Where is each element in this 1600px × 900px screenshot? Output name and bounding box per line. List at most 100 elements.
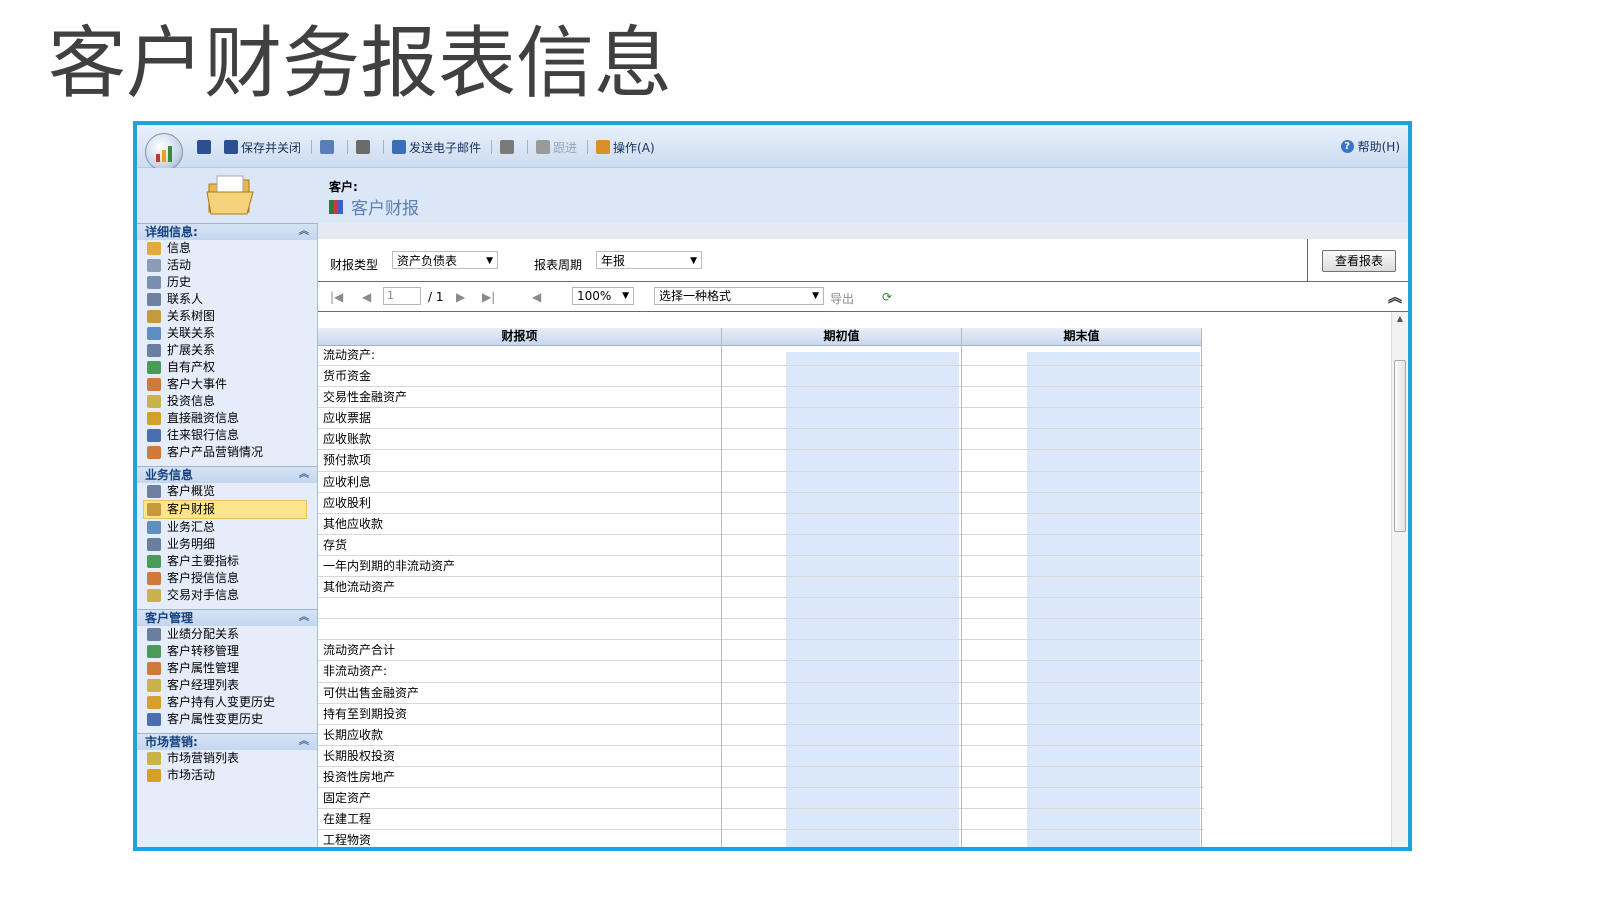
sidebar-item[interactable]: 历史: [137, 274, 317, 291]
sidebar-item[interactable]: 自有产权: [137, 359, 317, 376]
report-book-icon: [329, 199, 343, 214]
help-icon: ?: [1340, 140, 1354, 153]
toolbar-button-3[interactable]: [356, 140, 373, 154]
collapse-section-icon[interactable]: ︽: [299, 467, 309, 483]
sidebar-item[interactable]: 客户产品营销情况: [137, 444, 317, 461]
report-item-label: 应收票据: [323, 411, 372, 426]
refresh-icon[interactable]: ⟳: [882, 290, 892, 304]
sidebar-item[interactable]: 业务汇总: [137, 519, 317, 536]
sidebar-item[interactable]: 客户概览: [137, 483, 317, 500]
next-page-icon[interactable]: ▶: [456, 290, 465, 304]
sidebar-item[interactable]: 联系人: [137, 291, 317, 308]
toolbar-button-2[interactable]: [320, 140, 337, 154]
nav-item-icon: [147, 662, 161, 675]
report-type-label: 财报类型: [330, 258, 379, 272]
first-page-icon[interactable]: |◀: [330, 290, 343, 304]
sidebar-item[interactable]: 市场营销列表: [137, 750, 317, 767]
help-button[interactable]: ? 帮助(H): [1340, 138, 1400, 155]
table-row: 货币资金: [318, 366, 1204, 388]
col-header-opening: 期初值: [722, 328, 961, 346]
sidebar-item[interactable]: 直接融资信息: [137, 410, 317, 427]
collapse-section-icon[interactable]: ︽: [299, 224, 309, 240]
sidebar-item[interactable]: 业绩分配关系: [137, 626, 317, 643]
sidebar-item[interactable]: 客户授信信息: [137, 570, 317, 587]
nav-item-icon: [147, 538, 161, 551]
sidebar-item[interactable]: 关系树图: [137, 308, 317, 325]
table-row: [318, 598, 1204, 620]
sidebar-section-header[interactable]: 客户管理 ︽: [137, 610, 317, 626]
table-row: 非流动资产:: [318, 661, 1204, 683]
collapse-section-icon[interactable]: ︽: [299, 734, 309, 750]
sidebar-section-header[interactable]: 市场营销: ︽: [137, 734, 317, 750]
email-icon: [392, 140, 407, 154]
sidebar-item[interactable]: 交易对手信息: [137, 587, 317, 604]
vertical-scrollbar[interactable]: ▲: [1391, 312, 1408, 847]
sidebar-item[interactable]: 关联关系: [137, 325, 317, 342]
nav-item-icon: [147, 555, 161, 568]
prev-page-icon[interactable]: ◀: [362, 290, 371, 304]
table-row: 可供出售金融资产: [318, 683, 1204, 704]
sidebar-item[interactable]: 业务明细: [137, 536, 317, 553]
nav-item-icon: [147, 628, 161, 641]
sidebar-section-3: 市场营销: ︽ 市场营销列表 市场活动: [137, 733, 317, 789]
table-row: 长期股权投资: [318, 746, 1204, 767]
sidebar-item[interactable]: 客户属性管理: [137, 660, 317, 677]
toolbar-button-4[interactable]: 发送电子邮件: [392, 139, 481, 156]
sidebar-item[interactable]: 投资信息: [137, 393, 317, 410]
toolbar-button-6[interactable]: 跟进: [536, 139, 577, 156]
chevron-down-icon: ▼: [690, 256, 697, 266]
nav-item-icon: [147, 310, 161, 323]
sidebar-item[interactable]: 往来银行信息: [137, 427, 317, 444]
report-type-select[interactable]: 资产负债表 ▼: [392, 251, 498, 269]
report-item-label: 货币资金: [323, 369, 372, 384]
sidebar-item[interactable]: 客户主要指标: [137, 553, 317, 570]
toolbar-button-7[interactable]: 操作(A): [596, 139, 655, 156]
sidebar-item[interactable]: 市场活动: [137, 767, 317, 784]
page-number-input[interactable]: 1: [383, 287, 421, 305]
report-item-label: 应收股利: [323, 495, 372, 510]
toolbar-button-5[interactable]: [500, 140, 517, 154]
sidebar-item[interactable]: 客户持有人变更历史: [137, 694, 317, 711]
nav-item-icon: [147, 327, 161, 340]
export-format-select[interactable]: 选择一种格式 ▼: [654, 287, 824, 305]
report-item-label: 应收账款: [323, 432, 372, 447]
sidebar-item[interactable]: 客户财报: [143, 500, 307, 519]
collapse-icon[interactable]: ︽: [1388, 287, 1402, 307]
sidebar-item[interactable]: 客户经理列表: [137, 677, 317, 694]
last-page-icon[interactable]: ▶|: [482, 290, 495, 304]
view-report-button[interactable]: 查看报表: [1322, 250, 1396, 272]
nav-item-icon: [147, 276, 161, 289]
zoom-select[interactable]: 100% ▼: [572, 287, 634, 305]
sidebar-item[interactable]: 信息: [137, 240, 317, 257]
nav-item-icon: [147, 429, 161, 442]
sidebar-item[interactable]: 客户转移管理: [137, 643, 317, 660]
report-period-select[interactable]: 年报 ▼: [596, 251, 702, 269]
nav-item-icon: [147, 361, 161, 374]
app-logo-icon[interactable]: [145, 133, 183, 171]
table-row: 工程物资: [318, 830, 1204, 847]
view-button-area: 查看报表: [1307, 239, 1408, 281]
nav-item-icon: [147, 446, 161, 459]
report-period-label: 报表周期: [534, 258, 583, 272]
sidebar-item[interactable]: 扩展关系: [137, 342, 317, 359]
sidebar-item[interactable]: 活动: [137, 257, 317, 274]
scroll-up-icon[interactable]: ▲: [1392, 314, 1408, 323]
toolbar-button-1[interactable]: 保存并关闭: [224, 139, 301, 156]
sidebar-item[interactable]: 客户属性变更历史: [137, 711, 317, 728]
report-item-label: 一年内到期的非流动资产: [323, 558, 456, 573]
sidebar-section-header[interactable]: 详细信息: ︽: [137, 224, 317, 240]
table-row: 应收股利: [318, 493, 1204, 514]
top-spacer: [318, 223, 1408, 239]
toolbar: 保存并关闭 发送电子邮件 跟进 操作(A) ? 帮助(H): [137, 125, 1408, 171]
report-item-label: 应收利息: [323, 474, 372, 489]
collapse-section-icon[interactable]: ︽: [299, 610, 309, 626]
back-icon[interactable]: ◀: [532, 290, 541, 304]
export-link[interactable]: 导出: [830, 290, 854, 307]
sidebar-item[interactable]: 客户大事件: [137, 376, 317, 393]
scrollbar-thumb[interactable]: [1394, 360, 1406, 532]
table-row: 应收利息: [318, 472, 1204, 493]
table-row: 存货: [318, 535, 1204, 556]
table-row: 应收账款: [318, 429, 1204, 451]
sidebar-section-header[interactable]: 业务信息 ︽: [137, 467, 317, 483]
toolbar-button-0[interactable]: [197, 140, 214, 154]
